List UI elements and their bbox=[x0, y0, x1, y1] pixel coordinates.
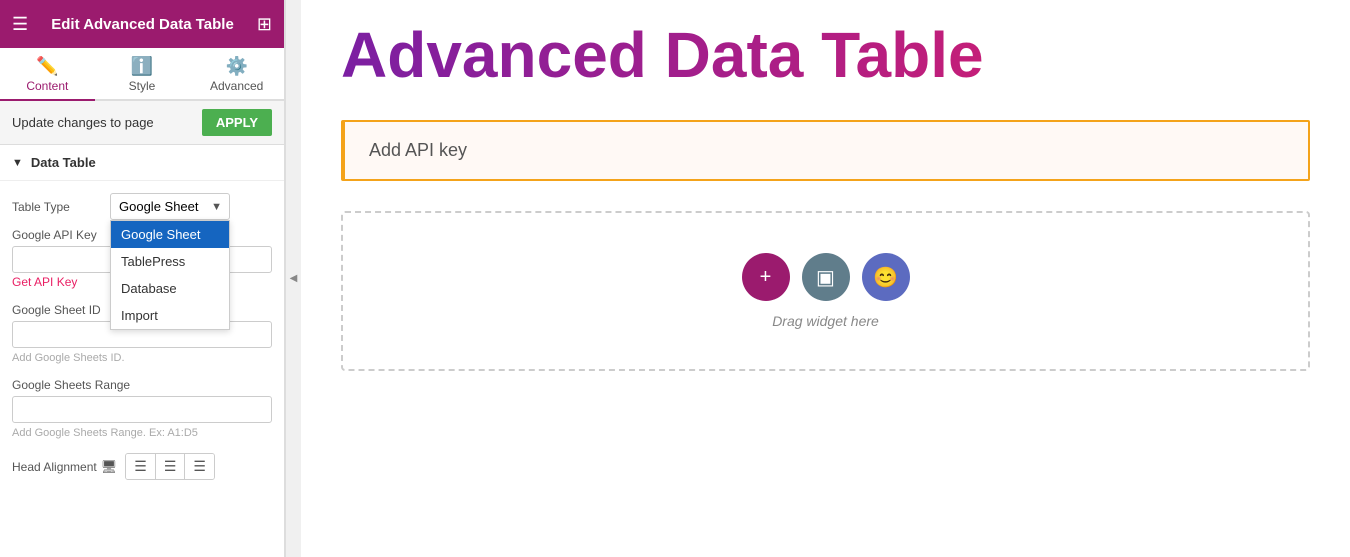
align-left-button[interactable]: ☰ bbox=[126, 454, 156, 479]
widget-button[interactable]: ▣ bbox=[802, 253, 850, 301]
tab-content[interactable]: ✏️ Content bbox=[0, 48, 95, 101]
api-key-box-text: Add API key bbox=[369, 140, 467, 160]
collapse-icon: ◀ bbox=[290, 273, 298, 284]
drag-widget-label: Drag widget here bbox=[772, 313, 879, 329]
sidebar-title: Edit Advanced Data Table bbox=[28, 16, 257, 33]
tab-advanced[interactable]: ⚙️ Advanced bbox=[189, 48, 284, 101]
advanced-tab-label: Advanced bbox=[210, 79, 263, 93]
drag-widget-icons: + ▣ 😊 bbox=[742, 253, 910, 301]
table-type-select-wrapper[interactable]: Google Sheet TablePress Database Import … bbox=[110, 193, 230, 220]
google-sheets-range-row: Google Sheets Range Add Google Sheets Ra… bbox=[12, 378, 272, 441]
hamburger-icon[interactable]: ☰ bbox=[12, 14, 28, 35]
alignment-buttons: ☰ ☰ ☰ bbox=[125, 453, 215, 480]
google-sheets-range-hint: Add Google Sheets Range. Ex: A1:D5 bbox=[12, 427, 198, 439]
emoji-icon: 😊 bbox=[873, 265, 898, 290]
data-table-section-header[interactable]: ▼ Data Table bbox=[0, 145, 284, 181]
head-alignment-label: Head Alignment 🖥 bbox=[12, 459, 117, 475]
add-icon: + bbox=[760, 266, 772, 289]
style-tab-label: Style bbox=[129, 79, 156, 93]
emoji-button[interactable]: 😊 bbox=[862, 253, 910, 301]
head-alignment-text: Head Alignment bbox=[12, 460, 97, 474]
table-type-dropdown: Google Sheet TablePress Database Import bbox=[110, 220, 230, 330]
dropdown-item-google-sheet[interactable]: Google Sheet bbox=[111, 221, 229, 248]
page-title: Advanced Data Table bbox=[341, 20, 1310, 90]
widget-icon: ▣ bbox=[816, 265, 835, 290]
table-type-select-container: Google Sheet TablePress Database Import … bbox=[110, 193, 230, 220]
content-tab-label: Content bbox=[26, 79, 68, 93]
google-sheet-id-hint: Add Google Sheets ID. bbox=[12, 352, 125, 364]
sidebar: ☰ Edit Advanced Data Table ⊞ ✏️ Content … bbox=[0, 0, 285, 557]
dropdown-item-tablepress[interactable]: TablePress bbox=[111, 248, 229, 275]
sidebar-header: ☰ Edit Advanced Data Table ⊞ bbox=[0, 0, 284, 48]
dropdown-item-database[interactable]: Database bbox=[111, 275, 229, 302]
get-api-key-link[interactable]: Get API Key bbox=[12, 275, 77, 289]
tab-style[interactable]: ℹ️ Style bbox=[95, 48, 190, 101]
main-content: Advanced Data Table Add API key + ▣ 😊 Dr… bbox=[301, 0, 1350, 557]
form-area: Table Type Google Sheet TablePress Datab… bbox=[0, 181, 284, 504]
table-type-row: Table Type Google Sheet TablePress Datab… bbox=[12, 193, 272, 220]
grid-icon[interactable]: ⊞ bbox=[257, 14, 272, 35]
table-type-select[interactable]: Google Sheet TablePress Database Import bbox=[110, 193, 230, 220]
drag-widget-area[interactable]: + ▣ 😊 Drag widget here bbox=[341, 211, 1310, 371]
apply-button[interactable]: APPLY bbox=[202, 109, 272, 136]
update-label: Update changes to page bbox=[12, 115, 154, 130]
google-sheets-range-label: Google Sheets Range bbox=[12, 378, 272, 392]
align-center-button[interactable]: ☰ bbox=[156, 454, 186, 479]
table-type-label: Table Type bbox=[12, 200, 102, 214]
section-arrow-icon: ▼ bbox=[12, 157, 23, 169]
head-alignment-row: Head Alignment 🖥 ☰ ☰ ☰ bbox=[12, 453, 272, 480]
align-right-button[interactable]: ☰ bbox=[185, 454, 214, 479]
update-bar: Update changes to page APPLY bbox=[0, 101, 284, 145]
advanced-tab-icon: ⚙️ bbox=[225, 56, 247, 77]
api-key-box: Add API key bbox=[341, 120, 1310, 181]
google-sheets-range-input[interactable] bbox=[12, 396, 272, 423]
dropdown-item-import[interactable]: Import bbox=[111, 302, 229, 329]
style-tab-icon: ℹ️ bbox=[131, 56, 153, 77]
collapse-handle[interactable]: ◀ bbox=[285, 0, 301, 557]
section-label: Data Table bbox=[31, 155, 96, 170]
add-widget-button[interactable]: + bbox=[742, 253, 790, 301]
tabs-bar: ✏️ Content ℹ️ Style ⚙️ Advanced bbox=[0, 48, 284, 101]
monitor-icon: 🖥 bbox=[101, 459, 118, 475]
content-tab-icon: ✏️ bbox=[36, 56, 58, 77]
